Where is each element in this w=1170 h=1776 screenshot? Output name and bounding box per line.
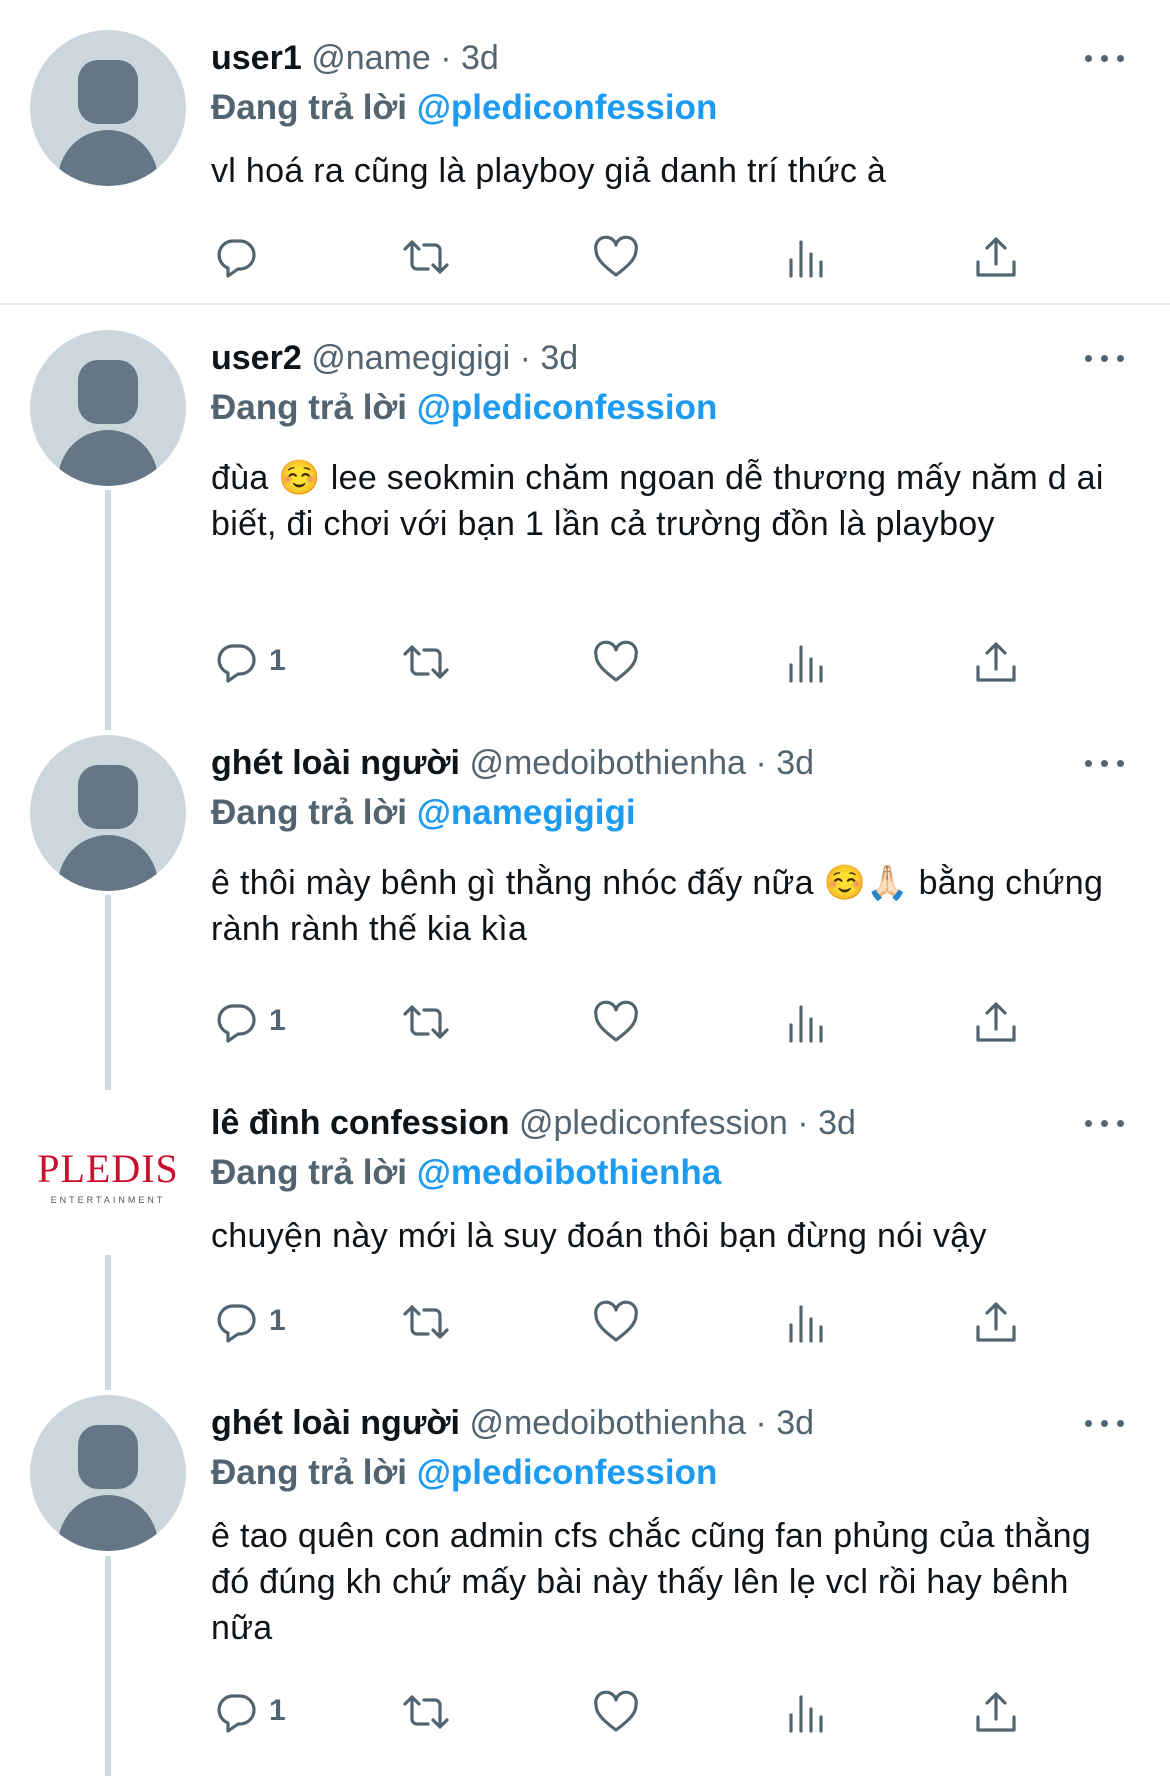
mention-link[interactable]: @plediconfession	[417, 388, 718, 427]
separator-dot: ·	[440, 39, 452, 77]
more-icon[interactable]	[1085, 757, 1125, 769]
more-icon[interactable]	[1085, 1417, 1125, 1429]
replying-to: Đang trả lời @plediconfession	[211, 384, 717, 432]
heart-icon	[594, 640, 638, 682]
heart-icon	[594, 1000, 638, 1042]
avatar[interactable]	[30, 1395, 186, 1551]
action-bar: 1	[211, 1293, 1131, 1349]
action-bar: 1	[211, 993, 1131, 1049]
tweet-divider	[0, 303, 1170, 305]
reply-icon	[217, 239, 256, 278]
views-icon	[789, 1005, 823, 1043]
replying-to: Đang trả lời @namegigigi	[211, 789, 636, 837]
tweet-text: ê thôi mày bênh gì thằng nhóc đấy nữa ☺️…	[211, 864, 1104, 948]
tweet-text: vl hoá ra cũng là playboy giả danh trí t…	[211, 152, 887, 190]
views-icon	[789, 240, 823, 278]
replying-to: Đang trả lời @plediconfession	[211, 84, 717, 132]
pledis-logo[interactable]: PLEDIS ENTERTAINMENT	[30, 1095, 186, 1251]
thread-line	[105, 1255, 111, 1390]
tweet-header: ghét loài người @medoibothienha · 3d	[211, 741, 814, 785]
share-icon	[976, 1692, 1016, 1732]
display-name[interactable]: ghét loài người	[211, 744, 460, 782]
more-icon[interactable]	[1085, 52, 1125, 64]
action-bar	[211, 228, 1131, 284]
tweet-header: lê đình confession @plediconfession · 3d	[211, 1101, 856, 1145]
reply-count: 1	[269, 1694, 286, 1727]
heart-icon	[594, 1300, 638, 1342]
retweet-icon	[403, 1695, 449, 1729]
tweet-header: ghét loài người @medoibothienha · 3d	[211, 1401, 814, 1445]
tweet-header: user1 @name · 3d	[211, 36, 499, 80]
more-icon[interactable]	[1085, 352, 1125, 364]
action-bar: 1	[211, 633, 1131, 689]
thread-line	[105, 490, 111, 730]
mention-link[interactable]: @plediconfession	[417, 1453, 718, 1492]
tweet-text: chuyện này mới là suy đoán thôi bạn đừng…	[211, 1217, 987, 1255]
user-handle[interactable]: @medoibothienha	[469, 744, 745, 782]
display-name[interactable]: lê đình confession	[211, 1104, 509, 1142]
reply-icon	[217, 1694, 256, 1733]
avatar[interactable]	[30, 330, 186, 486]
replying-to-label: Đang trả lời	[211, 88, 408, 127]
timestamp[interactable]: 3d	[818, 1104, 856, 1142]
separator-dot: ·	[755, 1404, 767, 1442]
reply-icon	[217, 1004, 256, 1043]
user-handle[interactable]: @namegigigi	[311, 339, 510, 377]
retweet-icon	[403, 1005, 449, 1039]
user-handle[interactable]: @medoibothienha	[469, 1404, 745, 1442]
display-name[interactable]: ghét loài người	[211, 1404, 460, 1442]
retweet-icon	[403, 240, 449, 274]
thread-line	[105, 895, 111, 1090]
mention-link[interactable]: @medoibothienha	[417, 1153, 721, 1192]
action-bar: 1	[211, 1683, 1131, 1739]
timestamp[interactable]: 3d	[776, 744, 814, 782]
logo-wordmark: PLEDIS	[37, 1146, 179, 1191]
views-icon	[789, 1305, 823, 1343]
retweet-icon	[403, 645, 449, 679]
tweet-header: user2 @namegigigi · 3d	[211, 336, 578, 380]
tweet-text: đùa ☺️ lee seokmin chăm ngoan dễ thương …	[211, 459, 1104, 543]
thread-line	[105, 1556, 111, 1776]
reply-icon	[217, 644, 256, 683]
avatar[interactable]	[30, 735, 186, 891]
more-icon[interactable]	[1085, 1117, 1125, 1129]
user-handle[interactable]: @name	[311, 39, 431, 77]
separator-dot: ·	[519, 339, 531, 377]
reply-count: 1	[269, 1004, 286, 1037]
heart-icon	[594, 235, 638, 277]
share-icon	[976, 237, 1016, 277]
display-name[interactable]: user1	[211, 39, 302, 77]
separator-dot: ·	[797, 1104, 809, 1142]
replying-to: Đang trả lời @plediconfession	[211, 1449, 717, 1497]
separator-dot: ·	[755, 744, 767, 782]
logo-subtitle: ENTERTAINMENT	[50, 1195, 166, 1205]
replying-to-label: Đang trả lời	[211, 1453, 408, 1492]
display-name[interactable]: user2	[211, 339, 302, 377]
avatar[interactable]	[30, 30, 186, 186]
mention-link[interactable]: @namegigigi	[417, 793, 636, 832]
heart-icon	[594, 1690, 638, 1732]
tweet-text: ê tao quên con admin cfs chắc cũng fan p…	[211, 1517, 1092, 1647]
views-icon	[789, 1695, 823, 1733]
replying-to-label: Đang trả lời	[211, 388, 408, 427]
mention-link[interactable]: @plediconfession	[417, 88, 718, 127]
share-icon	[976, 1302, 1016, 1342]
replying-to-label: Đang trả lời	[211, 1153, 408, 1192]
reply-icon	[217, 1304, 256, 1343]
replying-to-label: Đang trả lời	[211, 793, 408, 832]
timestamp[interactable]: 3d	[776, 1404, 814, 1442]
reply-count: 1	[269, 644, 286, 677]
share-icon	[976, 1002, 1016, 1042]
timestamp[interactable]: 3d	[540, 339, 578, 377]
user-handle[interactable]: @plediconfession	[519, 1104, 788, 1142]
retweet-icon	[403, 1305, 449, 1339]
reply-count: 1	[269, 1304, 286, 1337]
share-icon	[976, 642, 1016, 682]
views-icon	[789, 645, 823, 683]
replying-to: Đang trả lời @medoibothienha	[211, 1149, 721, 1197]
timestamp[interactable]: 3d	[461, 39, 499, 77]
